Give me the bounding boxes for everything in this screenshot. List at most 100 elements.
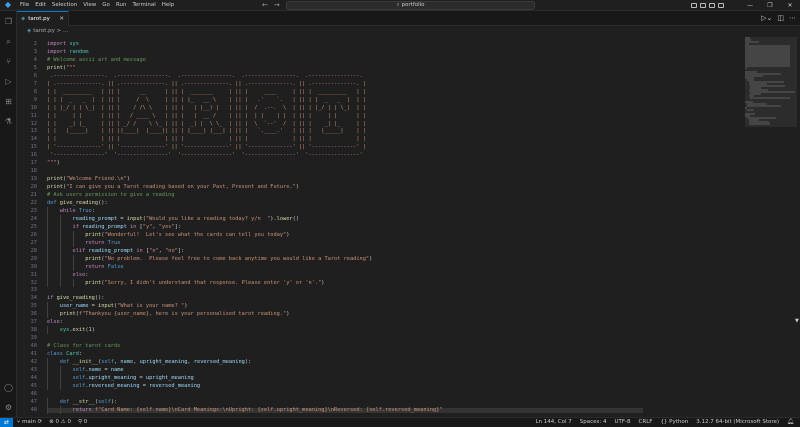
notifications-bell-icon[interactable]: 🔔︎ — [787, 418, 794, 427]
code-line[interactable]: 15 | '--------------' || '--------------'… — [17, 143, 743, 151]
explorer-icon[interactable]: ❐ — [3, 16, 14, 27]
code-line[interactable]: 12 | | _| |_ | || | _/ / \ \_ | || | _| |… — [17, 120, 743, 128]
code-line[interactable]: 41 class Card: — [17, 350, 743, 358]
toggle-panel-icon[interactable] — [700, 3, 706, 8]
remote-indicator-icon[interactable]: ⇄ — [0, 418, 13, 427]
accounts-icon[interactable]: ◯ — [3, 382, 14, 393]
close-tab-icon[interactable]: ✕ — [59, 12, 64, 26]
code-line[interactable]: 36 print(f"Thankyou {user_name}, here is… — [17, 310, 743, 319]
line-number: 16 — [30, 152, 37, 159]
code-line[interactable]: 4 # Welcome ascii art and message — [17, 56, 743, 64]
encoding[interactable]: UTF-8 — [615, 418, 631, 427]
code-line[interactable]: 39 — [17, 334, 743, 342]
code-line[interactable]: 43 self.name = name — [17, 365, 743, 374]
code-line[interactable]: 16 '----------------' '----------------'… — [17, 151, 743, 159]
code-line[interactable]: 6 .----------------. .----------------. … — [17, 72, 743, 80]
menu-item-help[interactable]: Help — [159, 0, 178, 11]
line-number: 35 — [30, 303, 37, 310]
ports-indicator[interactable]: ⚲ 0 — [78, 418, 87, 427]
extensions-icon[interactable]: ⊞ — [3, 96, 14, 107]
code-line[interactable]: 32 print("Sorry, I didn't understand tha… — [17, 278, 743, 287]
testing-icon[interactable]: ⚗ — [3, 116, 14, 127]
code-line[interactable]: 31 else: — [17, 270, 743, 279]
code-line[interactable]: 3 import random — [17, 48, 743, 56]
code-line[interactable]: 9 | | | _ _ | | || | / \ | || | |_ __ \ |… — [17, 96, 743, 104]
code-line[interactable]: 35 user_name = input("What is your name?… — [17, 302, 743, 311]
settings-gear-icon[interactable]: ⚙ — [3, 402, 14, 413]
line-number: 45 — [30, 382, 37, 389]
menu-item-run[interactable]: Run — [113, 0, 130, 11]
toggle-primary-sidebar-icon[interactable] — [691, 3, 697, 8]
close-window-button[interactable]: ✕ — [780, 0, 800, 11]
code-text: | | |_/ | | \_| | || | / /\ \ | || | | |… — [47, 104, 366, 111]
code-line[interactable]: 37 else: — [17, 318, 743, 326]
line-number: 2 — [33, 41, 37, 47]
code-line[interactable]: 28 elif reading_prompt in ["n", "no"]: — [17, 246, 743, 255]
menu-item-view[interactable]: View — [80, 0, 99, 11]
toggle-secondary-sidebar-icon[interactable] — [709, 3, 715, 8]
code-line[interactable]: 40 # Class for tarot cards — [17, 342, 743, 350]
language-mode[interactable]: {} Python — [660, 418, 688, 427]
code-line[interactable]: 18 — [17, 167, 743, 175]
search-view-icon[interactable]: ⌕ — [3, 36, 14, 47]
code-line[interactable]: 10 | | |_/ | | \_| | || | / /\ \ | || | |… — [17, 104, 743, 112]
menu-item-go[interactable]: Go — [99, 0, 113, 11]
minimap-slider[interactable] — [745, 37, 797, 127]
code-line[interactable]: 25 if reading_prompt in ["y", "yes"]: — [17, 222, 743, 231]
code-line[interactable]: 19 print("Welcome Friend.\n") — [17, 175, 743, 183]
menu-item-selection[interactable]: Selection — [49, 0, 80, 11]
menu-item-edit[interactable]: Edit — [32, 0, 49, 11]
code-line[interactable]: 38 sys.exit(1) — [17, 326, 743, 335]
code-line[interactable]: 20 print("I can give you a Tarot reading … — [17, 183, 743, 191]
code-line[interactable]: 42 def __init__(self, name, upright_mean… — [17, 358, 743, 366]
code-line[interactable]: 27 return True — [17, 238, 743, 247]
code-line[interactable]: 7 | .--------------. || .--------------. … — [17, 80, 743, 88]
breadcrumb-rest[interactable]: > ... — [57, 28, 69, 34]
code-line[interactable]: 17 """) — [17, 159, 743, 167]
cursor-position[interactable]: Ln 144, Col 7 — [535, 418, 571, 427]
split-editor-icon[interactable]: ◫ — [777, 11, 784, 26]
python-interpreter[interactable]: 3.12.7 64-bit (Microsoft Store) — [696, 418, 779, 427]
code-line[interactable]: 29 print("No problem. Please feel free t… — [17, 254, 743, 263]
code-line[interactable]: 11 | | | | | || | / ____ \ | || | | __ / … — [17, 112, 743, 120]
more-actions-icon[interactable]: ⋯ — [789, 11, 796, 26]
code-line[interactable]: 8 | | _________ | || | __ | || | _______ … — [17, 88, 743, 96]
code-line[interactable]: 23 while True: — [17, 206, 743, 215]
code-line[interactable]: 33 — [17, 286, 743, 294]
code-line[interactable]: 21 # Ask users permission to give a readi… — [17, 191, 743, 199]
code-text: | | _| |_ | || | _/ / \ \_ | || | _| | \… — [47, 120, 366, 127]
breadcrumb-file[interactable]: tarot.py — [33, 28, 55, 34]
run-debug-icon[interactable]: ▷ — [3, 76, 14, 87]
code-line[interactable]: 26 print("Wonderful! Let's see what the … — [17, 230, 743, 239]
source-control-icon[interactable]: ⑂ — [3, 56, 14, 67]
code-line[interactable]: 5 print(""" — [17, 64, 743, 72]
code-line[interactable]: 46 — [17, 390, 743, 398]
code-line[interactable]: 22 def give_reading(): — [17, 199, 743, 207]
code-line[interactable]: 47 def __str__(self): — [17, 397, 743, 406]
git-branch-icon[interactable]: ⑂ main ⟳ — [17, 418, 42, 427]
code-text: | | | || | | || | | || | | || | | | — [47, 136, 366, 143]
forward-arrow-icon[interactable]: → — [274, 0, 280, 11]
indentation[interactable]: Spaces: 4 — [580, 418, 607, 427]
menu-item-file[interactable]: File — [17, 0, 32, 11]
code-line[interactable]: 13 | | |_____| | || ||____| |____|| || | … — [17, 127, 743, 135]
code-line[interactable]: 30 return False — [17, 262, 743, 271]
problems-indicator[interactable]: ⊗ 0 ⚠ 0 — [49, 418, 71, 427]
tab-tarot-py[interactable]: ◈ tarot.py ✕ — [17, 11, 69, 26]
end-of-line[interactable]: CRLF — [639, 418, 653, 427]
command-center-search[interactable]: ⌕ portfolio — [286, 1, 535, 10]
code-line[interactable]: 34 if give_reading(): — [17, 294, 743, 302]
code-line[interactable]: 48 return f"Card Name: {self.name}\nCard… — [17, 405, 743, 414]
back-arrow-icon[interactable]: ← — [262, 0, 268, 11]
code-line[interactable]: 44 self.upright_meaning = upright_meanin… — [17, 373, 743, 382]
run-python-file-icon[interactable]: ▷⌄ — [761, 11, 772, 26]
minimize-button[interactable]: — — [740, 0, 760, 11]
customize-layout-icon[interactable] — [718, 3, 724, 8]
code-line[interactable]: 14 | | | || | | || | | || | | || | | | — [17, 135, 743, 143]
code-line[interactable]: 2 import sys — [17, 40, 743, 48]
code-editor[interactable]: 2 import sys 3 import random 4 # Welcome asci… — [17, 37, 743, 415]
menu-item-terminal[interactable]: Terminal — [129, 0, 158, 11]
restore-button[interactable]: ❐ — [760, 0, 780, 11]
code-line[interactable]: 45 self.reversed_meaning = reversed_mean… — [17, 381, 743, 390]
code-line[interactable]: 24 reading_prompt = input("Would you lik… — [17, 214, 743, 223]
